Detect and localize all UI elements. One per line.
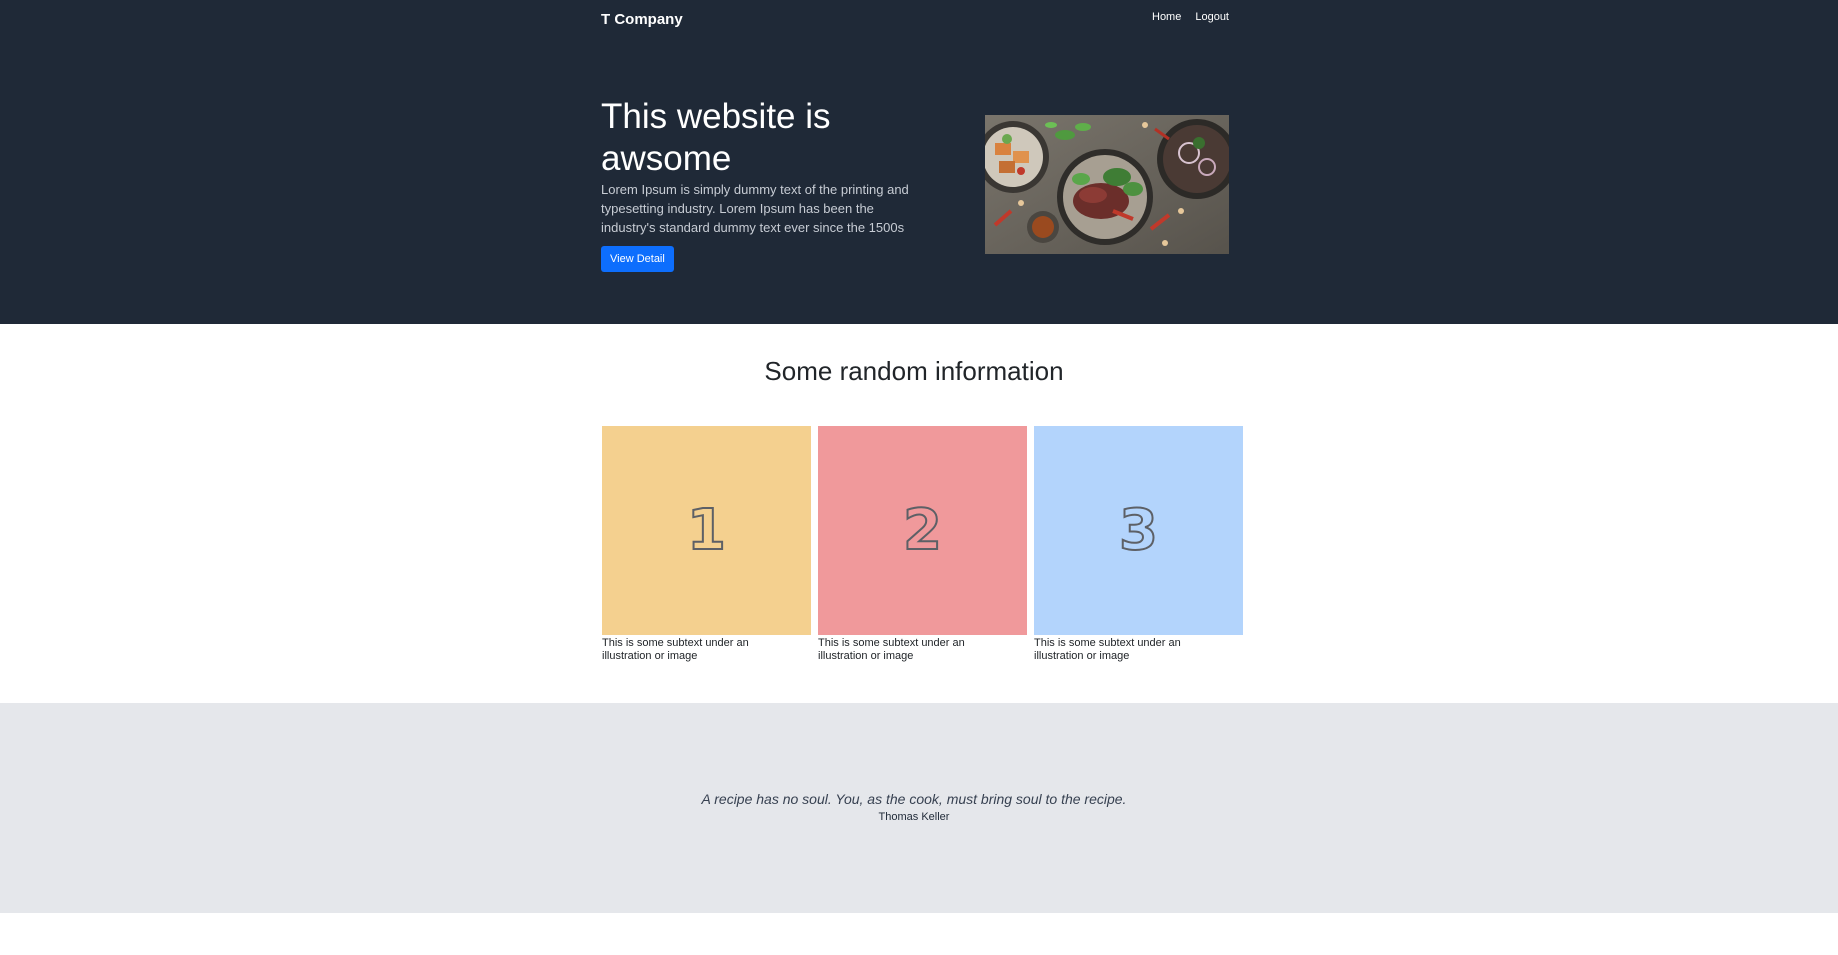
- food-image: [985, 115, 1229, 254]
- hero-section: T Company Home Logout This website is aw…: [0, 0, 1838, 324]
- view-detail-button[interactable]: View Detail: [601, 246, 674, 272]
- hero-content: This website is awsome Lorem Ipsum is si…: [601, 96, 921, 272]
- main-nav: Home Logout: [1152, 11, 1229, 23]
- quote-text: A recipe has no soul. You, as the cook, …: [701, 791, 1127, 807]
- nav-logout-link[interactable]: Logout: [1195, 11, 1229, 23]
- card-number: 3: [1118, 497, 1159, 564]
- food-photo-illustration: [985, 115, 1229, 254]
- card-caption: This is some subtext under an illustrati…: [818, 637, 965, 662]
- hero-title: This website is awsome: [601, 97, 831, 178]
- quote-section: A recipe has no soul. You, as the cook, …: [0, 703, 1838, 913]
- nav-home-link[interactable]: Home: [1152, 11, 1181, 23]
- feature-card: 2 This is some subtext under an illustra…: [818, 426, 1027, 663]
- card-caption: This is some subtext under an illustrati…: [602, 637, 749, 662]
- brand-logo[interactable]: T Company: [601, 11, 683, 28]
- quote-author: Thomas Keller: [878, 811, 950, 823]
- hero-description: Lorem Ipsum is simply dummy text of the …: [601, 182, 909, 235]
- card-illustration: 2: [818, 426, 1027, 635]
- feature-card: 1 This is some subtext under an illustra…: [602, 426, 811, 663]
- card-number: 2: [902, 497, 943, 564]
- card-illustration: 1: [602, 426, 811, 635]
- card-number: 1: [686, 497, 727, 564]
- card-caption: This is some subtext under an illustrati…: [1034, 637, 1181, 662]
- feature-card: 3 This is some subtext under an illustra…: [1034, 426, 1243, 663]
- card-illustration: 3: [1034, 426, 1243, 635]
- section-title: Some random information: [764, 356, 1064, 386]
- feature-cards: 1 This is some subtext under an illustra…: [602, 426, 1243, 663]
